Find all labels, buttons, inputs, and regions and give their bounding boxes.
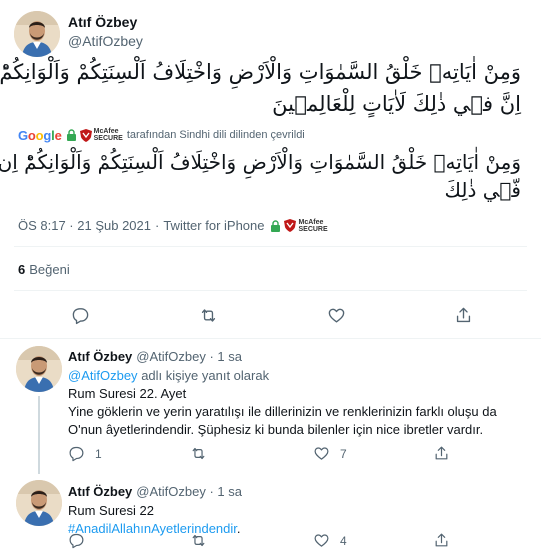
retweet-icon [201, 308, 215, 322]
google-logo[interactable]: Google [18, 128, 62, 143]
share-icon [435, 533, 448, 547]
translated-text-line: فّ۪ي ذٰلِكَ [444, 178, 521, 202]
tweet-timestamp[interactable]: ÖS 8:17 · 21 Şub 2021 [18, 218, 151, 233]
like-count: 4 [340, 533, 347, 548]
like-count: 7 [340, 446, 347, 461]
reply-button[interactable] [68, 532, 95, 549]
author-name[interactable]: Atıf Özbey [68, 14, 137, 30]
mcafee-badge: McAfee SECURE [284, 218, 328, 233]
share-icon [456, 307, 470, 322]
tweet-text-line: اِنَّ ف۪ي ذٰلِكَ لَاٰيَاتٍ لِلْعَالِم۪ين… [272, 92, 521, 116]
replying-to: @AtifOzbey adlı kişiye yanıt olarak [68, 368, 269, 383]
reply-actions: 4 [68, 532, 488, 552]
reply-text-line: Rum Suresi 22 [68, 503, 154, 518]
reply-text-line: O'nun âyetlerindendir. Şüphesiz ki bunda… [68, 422, 484, 437]
share-button[interactable] [433, 532, 460, 549]
avatar-photo-icon [16, 346, 62, 392]
tweet-text-line: وَمِنْ اٰيَاتِه۪ خَلْقُ السَّمٰوَاتِ وَا… [0, 60, 521, 84]
thread-connector [38, 396, 40, 474]
heart-icon [314, 447, 329, 460]
share-icon [435, 446, 448, 460]
divider [14, 290, 527, 291]
reply-icon [69, 446, 84, 462]
reply-author-avatar[interactable] [16, 480, 62, 526]
like-button[interactable] [325, 304, 347, 326]
likes-summary[interactable]: 6 Beğeni [18, 262, 70, 277]
translation-attribution: Google McAfee SECURE tarafından Sindhi d… [18, 127, 305, 143]
lock-icon [271, 219, 281, 232]
author-avatar[interactable] [14, 11, 60, 57]
reply-header: Atıf Özbey @AtifOzbey · 1 sa [68, 349, 242, 364]
heart-icon [328, 308, 344, 323]
reply-author-handle[interactable]: @AtifOzbey · 1 sa [136, 484, 242, 499]
reply-count: 1 [95, 446, 102, 461]
like-button[interactable]: 7 [313, 445, 347, 462]
author-handle[interactable]: @AtifOzbey [68, 33, 143, 49]
like-count: 6 [18, 262, 26, 277]
mcafee-label: McAfee [93, 128, 119, 135]
reply-text-line: Rum Suresi 22. Ayet [68, 386, 187, 401]
retweet-icon [192, 447, 205, 460]
reply-author-name[interactable]: Atıf Özbey [68, 349, 132, 364]
retweet-button[interactable] [197, 304, 219, 326]
mcafee-badge: McAfee SECURE [79, 128, 123, 142]
reply-header: Atıf Özbey @AtifOzbey · 1 sa [68, 484, 242, 499]
translated-text-line: وَمِنْ اٰيَاتِه۪ خَلْقُ السَّمٰوَاتِ وَا… [0, 150, 521, 174]
like-button[interactable]: 4 [313, 532, 347, 549]
reply-actions: 1 7 [68, 445, 488, 465]
avatar-photo-icon [16, 480, 62, 526]
share-button[interactable] [433, 445, 460, 462]
mcafee-label: McAfee [298, 218, 324, 226]
retweet-icon [192, 534, 205, 547]
share-button[interactable] [452, 304, 474, 326]
heart-icon [314, 534, 329, 547]
reply-button[interactable] [69, 304, 91, 326]
reply-button[interactable]: 1 [68, 445, 102, 462]
reply-author-name[interactable]: Atıf Özbey [68, 484, 132, 499]
reply-author-handle[interactable]: @AtifOzbey · 1 sa [136, 349, 242, 364]
reply-text-line: Yine göklerin ve yerin yaratılışı ile di… [68, 404, 497, 419]
avatar-photo-icon [14, 11, 60, 57]
mcafee-sublabel: SECURE [93, 135, 123, 142]
replying-to-suffix: adlı kişiye yanıt olarak [141, 368, 270, 383]
reply-icon [72, 307, 88, 324]
mcafee-shield-icon [79, 128, 92, 142]
like-label: Beğeni [29, 262, 70, 277]
reply-author-avatar[interactable] [16, 346, 62, 392]
mcafee-sublabel: SECURE [298, 225, 328, 233]
tweet-actions [0, 304, 541, 326]
mcafee-shield-icon [284, 219, 297, 232]
translated-by-text: tarafından Sindhi dili dilinden çevrildi [126, 129, 305, 141]
separator: · [154, 218, 160, 233]
divider [0, 338, 541, 339]
tweet-page: Atıf Özbey @AtifOzbey وَمِنْ اٰيَاتِه۪ خ… [0, 0, 541, 553]
reply-icon [69, 533, 84, 549]
divider [14, 246, 527, 247]
tweet-metadata: ÖS 8:17 · 21 Şub 2021 · Twitter for iPho… [18, 218, 332, 233]
replying-to-link[interactable]: @AtifOzbey [68, 368, 138, 383]
tweet-source[interactable]: Twitter for iPhone [163, 218, 264, 233]
retweet-button[interactable] [190, 445, 217, 462]
lock-icon [66, 129, 76, 141]
retweet-button[interactable] [190, 532, 217, 549]
